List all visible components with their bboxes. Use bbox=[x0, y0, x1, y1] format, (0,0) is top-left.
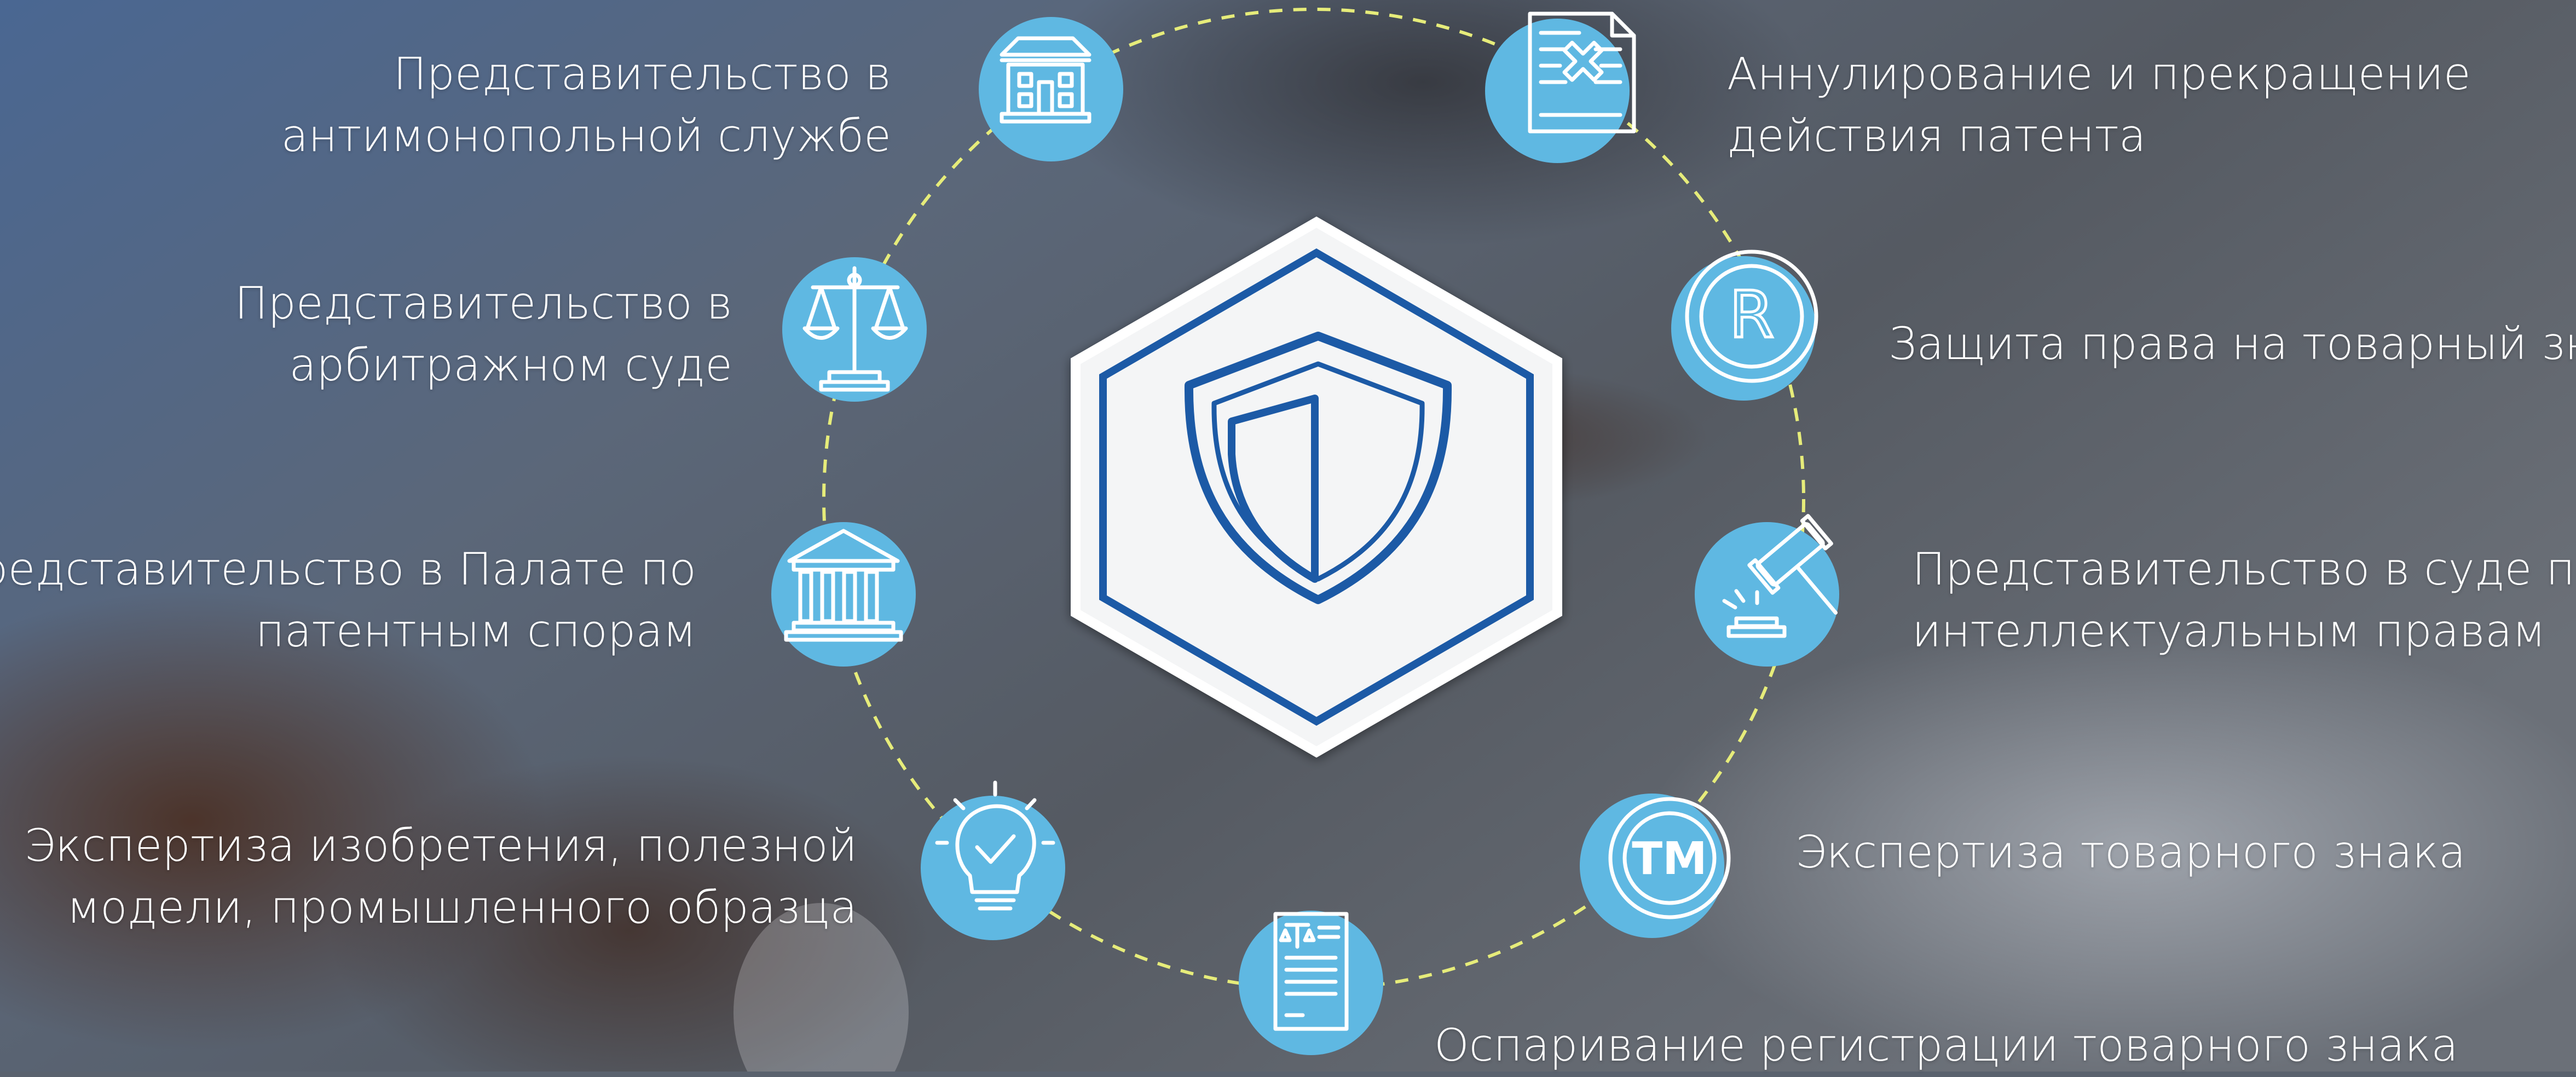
node-antimonopoly[interactable] bbox=[979, 17, 1123, 161]
label-trademark-challenge: Оспаривание регистрации товарного знака bbox=[1434, 1020, 2458, 1072]
node-trademark-expertise[interactable]: TM bbox=[1580, 794, 1731, 938]
label-trademark-protection: Защита права на товарный знак bbox=[1888, 319, 2576, 370]
node-invention-expertise[interactable] bbox=[921, 780, 1065, 940]
center-hexagon bbox=[1071, 216, 1562, 758]
svg-text:TM: TM bbox=[1632, 833, 1707, 885]
node-trademark-challenge[interactable] bbox=[1239, 911, 1383, 1055]
label-antimonopoly: Представительство в антимонопольной служ… bbox=[281, 49, 891, 162]
node-patent-annulment[interactable] bbox=[1485, 11, 1636, 163]
label-patent-annulment: Аннулирование и прекращение действия пат… bbox=[1727, 49, 2471, 162]
node-ip-court[interactable] bbox=[1695, 514, 1867, 667]
label-patent-chamber: Представительство в Палате по патентным … bbox=[0, 544, 696, 657]
label-trademark-expertise: Экспертиза товарного знака bbox=[1795, 827, 2466, 878]
node-patent-chamber[interactable] bbox=[771, 522, 916, 667]
svg-text:R: R bbox=[1729, 277, 1774, 352]
label-arbitration: Представительство в арбитражном суде bbox=[234, 278, 732, 391]
node-trademark-protection[interactable]: R bbox=[1671, 250, 1818, 401]
node-arbitration[interactable] bbox=[782, 257, 927, 402]
label-invention-expertise: Экспертиза изобретения, полезной модели,… bbox=[24, 820, 857, 934]
label-ip-court: Представительство в суде по интеллектуал… bbox=[1912, 544, 2576, 657]
